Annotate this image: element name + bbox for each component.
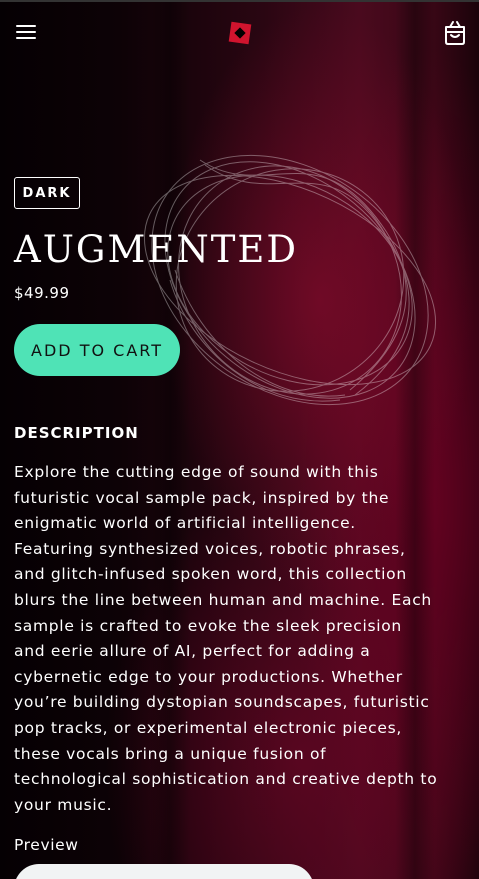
description-line: and glitch-infused spoken word, this col… (14, 565, 407, 584)
description-line: pop tracks, or experimental electronic p… (14, 718, 403, 737)
description-line: technological sophistication and creativ… (14, 770, 438, 789)
description-line: blurs the line between human and machine… (14, 590, 432, 609)
description-line: enigmatic world of artificial intelligen… (14, 514, 356, 533)
preview-label: Preview (14, 836, 79, 854)
description-line: sample is crafted to evoke the sleek pre… (14, 616, 402, 635)
description-line: your music. (14, 795, 113, 814)
hamburger-menu-icon[interactable] (14, 20, 38, 44)
brand-logo-icon[interactable] (227, 20, 253, 46)
shopping-bag-icon[interactable] (442, 20, 468, 46)
product-title: AUGMENTED (14, 228, 299, 271)
description-line: these vocals bring a unique fusion of (14, 744, 327, 763)
description-line: Explore the cutting edge of sound with t… (14, 463, 379, 481)
description-line: Featuring synthesized voices, robotic ph… (14, 539, 406, 558)
site-header (0, 2, 479, 62)
description-line: and eerie allure of AI, perfect for addi… (14, 642, 371, 661)
description-line: you’re building dystopian soundscapes, f… (14, 693, 430, 712)
description-line: cybernetic edge to your productions. Whe… (14, 667, 403, 686)
audio-preview-player[interactable] (14, 864, 314, 879)
description-heading: DESCRIPTION (14, 424, 139, 442)
description-text: Explore the cutting edge of sound with t… (14, 460, 476, 818)
add-to-cart-button[interactable]: ADD TO CART (14, 324, 180, 376)
description-line: futuristic vocal sample pack, inspired b… (14, 488, 390, 507)
product-price: $49.99 (14, 284, 70, 302)
wireframe-orbit-graphic (143, 154, 437, 406)
genre-badge: DARK (14, 177, 80, 209)
